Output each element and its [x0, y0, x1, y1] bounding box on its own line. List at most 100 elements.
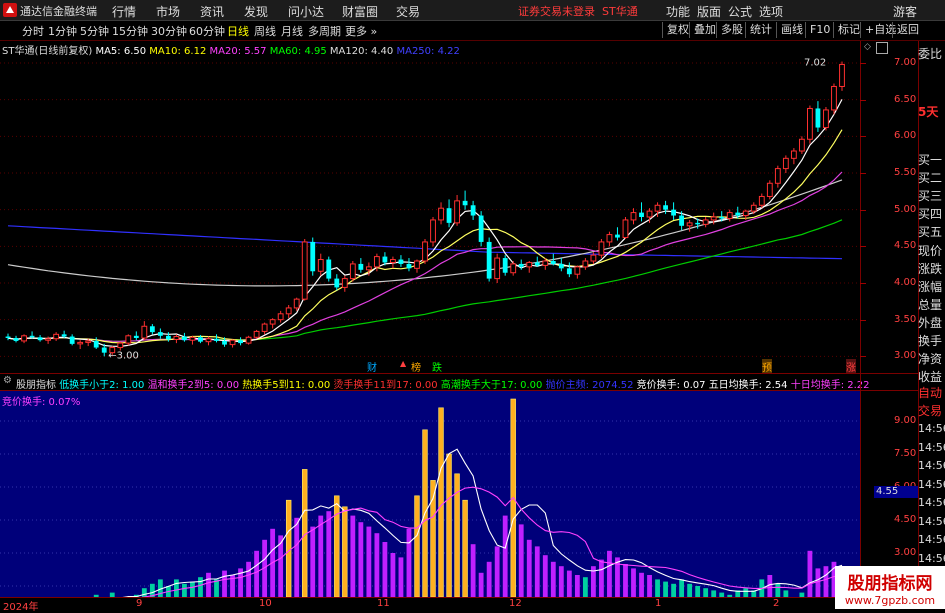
menu-trade[interactable]: 交易	[396, 3, 420, 20]
period-more[interactable]: 更多 »	[345, 23, 377, 39]
period-multi[interactable]: 多周期	[308, 23, 341, 39]
menu-guest[interactable]: 游客	[893, 3, 917, 20]
price-tick-mark	[860, 99, 866, 101]
legend-auction-turnover: 竞价换手: 0.07	[636, 380, 706, 391]
indicator-name[interactable]: 股朋指标	[16, 380, 56, 391]
turnover-bar	[631, 568, 636, 597]
period-15min[interactable]: 15分钟	[112, 23, 148, 39]
turnover-bar	[663, 581, 668, 597]
side-panel-item[interactable]: 自动	[918, 385, 942, 402]
candle-body	[646, 210, 653, 218]
candle-body	[77, 341, 84, 345]
turnover-bar	[462, 499, 468, 597]
draw-button[interactable]: 画线	[776, 22, 807, 38]
menu-function[interactable]: 功能	[666, 3, 690, 20]
event-marker-finance[interactable]: 财	[367, 359, 377, 374]
menu-formula[interactable]: 公式	[728, 3, 752, 20]
menu-assistant[interactable]: 问小达	[288, 3, 324, 20]
candle-body	[285, 307, 292, 315]
turnover-bar	[526, 539, 532, 597]
event-marker-fall[interactable]: 跌	[432, 359, 442, 374]
menu-options[interactable]: 选项	[759, 3, 783, 20]
candle-body	[214, 338, 219, 341]
candle-body	[125, 335, 132, 344]
candle-body	[719, 217, 725, 219]
menu-discover[interactable]: 发现	[244, 3, 268, 20]
candle-body	[165, 335, 171, 340]
candle-body	[365, 266, 372, 271]
candle-body	[807, 107, 813, 140]
candle-body	[21, 335, 27, 342]
price-tick-mark	[860, 136, 866, 138]
turnover-bar	[334, 495, 340, 597]
menu-news[interactable]: 资讯	[200, 3, 224, 20]
menu-wealth[interactable]: 财富圈	[342, 3, 378, 20]
candle-body	[277, 313, 284, 321]
multi-stock-button[interactable]: 多股	[716, 22, 747, 38]
menu-layout[interactable]: 版面	[697, 3, 721, 20]
period-30min[interactable]: 30分钟	[151, 23, 187, 39]
candle-body	[430, 219, 436, 243]
candle-body	[253, 330, 260, 338]
turnover-bar	[438, 407, 444, 597]
turnover-tick-label: 3.00	[894, 547, 917, 558]
maximize-icon[interactable]	[876, 42, 888, 54]
side-panel-item: 买一	[918, 153, 943, 167]
candle-body	[462, 200, 468, 206]
period-5min[interactable]: 5分钟	[80, 23, 109, 39]
candle-body	[317, 259, 324, 272]
legend-5day-avg: 五日均换手: 2.54	[708, 380, 788, 391]
turnover-chart[interactable]	[0, 391, 860, 597]
watermark: 股朋指标网 www.7gpzb.com	[835, 566, 945, 609]
side-panel-item: 14:56	[918, 459, 945, 472]
candle-body	[61, 334, 67, 337]
turnover-bar	[566, 570, 572, 597]
turnover-bar	[406, 528, 412, 597]
period-60min[interactable]: 60分钟	[189, 23, 225, 39]
candle-body	[598, 241, 605, 256]
candlestick-chart[interactable]: 7.02←3.00	[0, 41, 860, 371]
candle-body	[261, 323, 268, 332]
candle-body	[382, 256, 388, 263]
side-panel-item: 现价	[918, 243, 943, 258]
period-timeshare[interactable]: 分时	[22, 23, 44, 39]
price-tick-label: 3.50	[894, 313, 917, 325]
gear-icon[interactable]: ⚙	[3, 375, 12, 386]
candle-body	[566, 268, 572, 275]
candle-body	[702, 219, 709, 225]
event-marker-rise[interactable]: 涨	[846, 359, 856, 374]
menu-quotes[interactable]: 行情	[112, 3, 136, 20]
period-weekly[interactable]: 周线	[254, 23, 276, 39]
app-title: 通达信金融终端	[20, 5, 97, 18]
candle-body	[663, 205, 668, 210]
turnover-bar	[558, 566, 564, 597]
candle-body	[671, 209, 676, 216]
candle-body	[141, 325, 148, 339]
period-daily[interactable]: 日线	[227, 23, 249, 39]
price-tick-mark	[860, 173, 866, 174]
candle-body	[406, 263, 412, 269]
candle-body	[326, 259, 332, 279]
stats-button[interactable]: 统计	[745, 22, 776, 38]
back-button[interactable]: 返回	[892, 22, 923, 38]
candle-body	[630, 212, 637, 221]
candle-body	[69, 336, 75, 344]
turnover-bar	[494, 546, 500, 597]
period-monthly[interactable]: 月线	[281, 23, 303, 39]
candle-body	[710, 216, 717, 221]
turnover-bar	[518, 524, 524, 597]
candle-body	[414, 260, 420, 269]
candle-body	[37, 337, 43, 341]
candle-body	[790, 150, 797, 159]
price-tick-label: 7.00	[894, 57, 917, 68]
event-marker-forecast[interactable]: 预	[762, 359, 772, 374]
turnover-bar	[542, 555, 548, 597]
event-marker-rank[interactable]: 榜	[411, 359, 421, 374]
side-panel-item[interactable]: 交易	[918, 403, 942, 420]
turnover-bar	[582, 577, 588, 597]
candle-body	[245, 336, 252, 344]
f10-button[interactable]: F10	[805, 22, 834, 38]
menu-market[interactable]: 市场	[156, 3, 180, 20]
period-1min[interactable]: 1分钟	[48, 23, 77, 39]
login-status: 证券交易未登录 ST华通	[518, 5, 638, 18]
